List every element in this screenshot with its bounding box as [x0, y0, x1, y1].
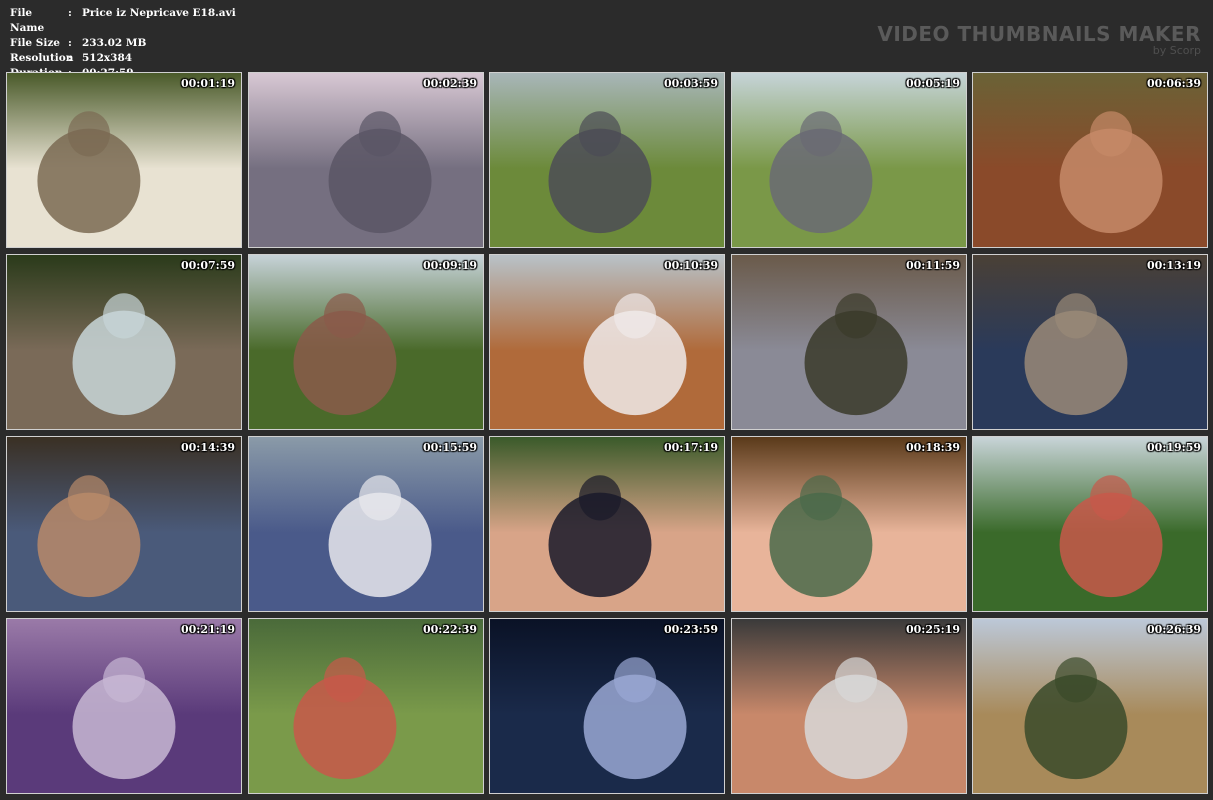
- thumbnail-image: [490, 619, 724, 793]
- thumbnail-timestamp: 00:06:39: [1146, 77, 1201, 90]
- video-thumbnail[interactable]: 00:25:19: [731, 618, 967, 794]
- thumbnail-image: [7, 255, 241, 429]
- file-info-separator: :: [68, 7, 72, 19]
- thumbnail-timestamp: 00:09:19: [422, 259, 477, 272]
- video-thumbnail[interactable]: 00:03:59: [489, 72, 725, 248]
- thumbnail-timestamp: 00:25:19: [905, 623, 960, 636]
- thumbnail-timestamp: 00:21:19: [180, 623, 235, 636]
- file-info-row: File Name: Price iz Nepricave E18.avi: [10, 6, 236, 36]
- video-thumbnail[interactable]: 00:10:39: [489, 254, 725, 430]
- video-thumbnail[interactable]: 00:23:59: [489, 618, 725, 794]
- thumbnail-timestamp: 00:14:39: [180, 441, 235, 454]
- thumbnail-image: [249, 73, 483, 247]
- video-thumbnail[interactable]: 00:02:39: [248, 72, 484, 248]
- brand-title: VIDEO THUMBNAILS MAKER: [877, 22, 1201, 46]
- thumbnail-timestamp: 00:23:59: [663, 623, 718, 636]
- file-info-value: 512x384: [82, 52, 133, 64]
- thumbnail-image: [249, 255, 483, 429]
- thumbnail-timestamp: 00:13:19: [1146, 259, 1201, 272]
- thumbnail-timestamp: 00:03:59: [663, 77, 718, 90]
- thumbnail-image: [973, 255, 1207, 429]
- file-info-key: File Size: [10, 37, 60, 49]
- video-thumbnail[interactable]: 00:13:19: [972, 254, 1208, 430]
- video-thumbnail[interactable]: 00:18:39: [731, 436, 967, 612]
- video-thumbnail[interactable]: 00:22:39: [248, 618, 484, 794]
- file-info-value: Price iz Nepricave E18.avi: [82, 7, 236, 19]
- video-thumbnail[interactable]: 00:09:19: [248, 254, 484, 430]
- thumbnail-timestamp: 00:01:19: [180, 77, 235, 90]
- thumbnail-image: [732, 73, 966, 247]
- thumbnail-timestamp: 00:22:39: [422, 623, 477, 636]
- thumbnail-timestamp: 00:26:39: [1146, 623, 1201, 636]
- thumbnail-image: [973, 619, 1207, 793]
- thumbnail-image: [732, 619, 966, 793]
- thumbnail-image: [973, 73, 1207, 247]
- video-thumbnail[interactable]: 00:11:59: [731, 254, 967, 430]
- video-thumbnail[interactable]: 00:26:39: [972, 618, 1208, 794]
- thumbnail-image: [249, 619, 483, 793]
- file-info-row: Resolution:512x384: [10, 51, 236, 66]
- thumbnail-image: [732, 255, 966, 429]
- brand-watermark: VIDEO THUMBNAILS MAKER by Scorp: [877, 22, 1201, 57]
- thumbnail-timestamp: 00:05:19: [905, 77, 960, 90]
- video-thumbnail[interactable]: 00:21:19: [6, 618, 242, 794]
- video-thumbnail[interactable]: 00:17:19: [489, 436, 725, 612]
- thumbnail-timestamp: 00:11:59: [905, 259, 960, 272]
- thumbnail-timestamp: 00:02:39: [422, 77, 477, 90]
- thumbnail-image: [490, 255, 724, 429]
- thumbnail-timestamp: 00:18:39: [905, 441, 960, 454]
- thumbnail-image: [7, 619, 241, 793]
- file-info-panel: File Name: Price iz Nepricave E18.avi File…: [10, 6, 236, 81]
- thumbnail-timestamp: 00:19:59: [1146, 441, 1201, 454]
- file-info-key: Resolution: [10, 52, 74, 64]
- video-thumbnail[interactable]: 00:07:59: [6, 254, 242, 430]
- video-thumbnail[interactable]: 00:14:39: [6, 436, 242, 612]
- video-thumbnail[interactable]: 00:06:39: [972, 72, 1208, 248]
- file-info-separator: :: [68, 37, 72, 49]
- video-thumbnail[interactable]: 00:19:59: [972, 436, 1208, 612]
- thumbnail-timestamp: 00:17:19: [663, 441, 718, 454]
- file-info-row: File Size:233.02 MB: [10, 36, 236, 51]
- thumbnail-image: [7, 73, 241, 247]
- thumbnail-image: [490, 73, 724, 247]
- file-info-separator: :: [68, 52, 72, 64]
- file-info-value: 233.02 MB: [82, 37, 147, 49]
- video-thumbnail[interactable]: 00:01:19: [6, 72, 242, 248]
- thumbnail-timestamp: 00:15:59: [422, 441, 477, 454]
- thumbnail-timestamp: 00:07:59: [180, 259, 235, 272]
- thumbnail-image: [973, 437, 1207, 611]
- thumbnail-image: [490, 437, 724, 611]
- thumbnail-timestamp: 00:10:39: [663, 259, 718, 272]
- video-thumbnail[interactable]: 00:05:19: [731, 72, 967, 248]
- thumbnail-image: [7, 437, 241, 611]
- video-thumbnail[interactable]: 00:15:59: [248, 436, 484, 612]
- thumbnail-image: [249, 437, 483, 611]
- file-info-key: File Name: [10, 7, 45, 34]
- thumbnail-image: [732, 437, 966, 611]
